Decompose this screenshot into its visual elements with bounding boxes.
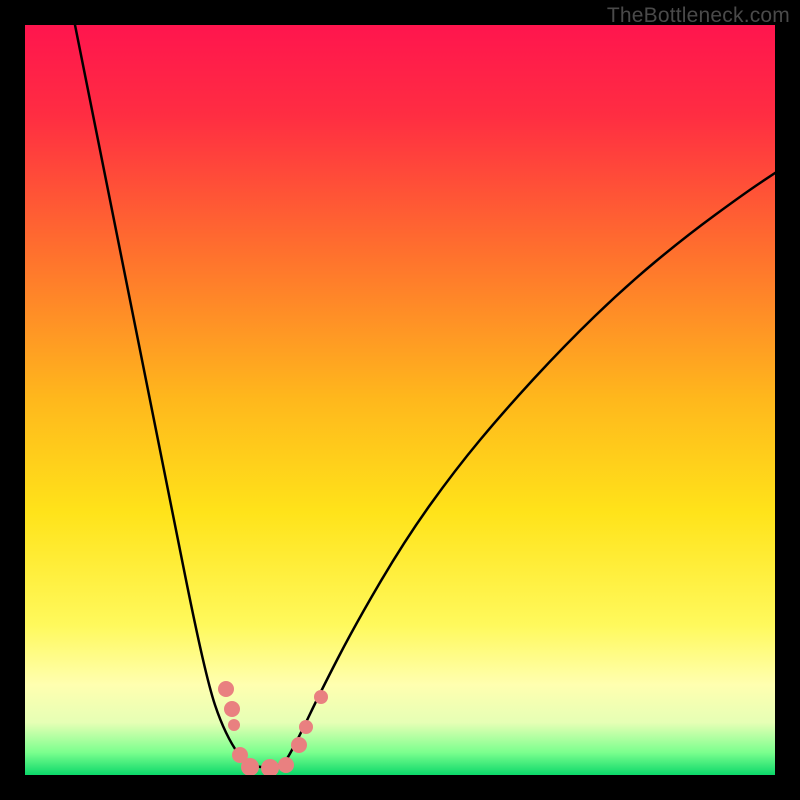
gradient-background [25, 25, 775, 775]
data-marker [224, 701, 240, 717]
data-marker [291, 737, 307, 753]
data-marker [314, 690, 328, 704]
data-marker [299, 720, 313, 734]
chart-frame: TheBottleneck.com [0, 0, 800, 800]
data-marker [278, 757, 294, 773]
plot-area [25, 25, 775, 775]
data-marker [218, 681, 234, 697]
chart-svg [25, 25, 775, 775]
data-marker [228, 719, 240, 731]
